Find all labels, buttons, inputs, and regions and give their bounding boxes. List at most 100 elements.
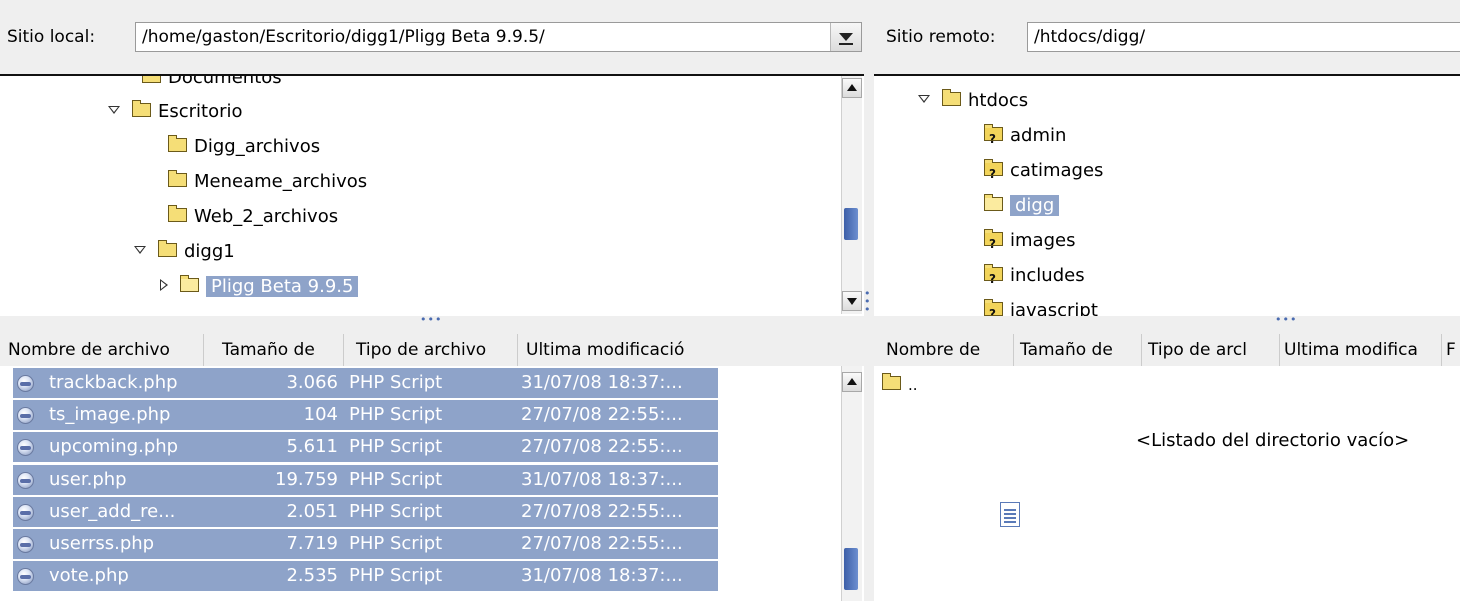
column-header-name[interactable]: Nombre de bbox=[882, 334, 1014, 366]
local-path-dropdown-button[interactable] bbox=[830, 23, 861, 51]
remote-path-value[interactable]: /htdocs/digg/ bbox=[1034, 27, 1145, 47]
column-header-modified[interactable]: Ultima modifica bbox=[1280, 334, 1442, 366]
file-type: PHP Script bbox=[349, 372, 443, 393]
document-icon bbox=[1000, 502, 1020, 527]
local-list-scrollbar[interactable] bbox=[841, 366, 862, 601]
expander-closed-icon[interactable] bbox=[160, 279, 168, 291]
remote-list-header: Nombre de Tamaño de Tipo de arcl Ultima … bbox=[874, 334, 1460, 367]
tree-node-meneame-archivos[interactable]: Meneame_archivos bbox=[168, 167, 367, 197]
file-row[interactable]: user.php 19.759 PHP Script 31/07/08 18:3… bbox=[13, 465, 718, 495]
file-name: user_add_re... bbox=[49, 501, 176, 522]
tree-node-digg[interactable]: digg bbox=[984, 191, 1060, 221]
vertical-splitter-handle-icon[interactable]: • • • bbox=[864, 288, 871, 315]
tree-node-includes[interactable]: includes bbox=[984, 261, 1085, 294]
column-header-modified[interactable]: Ultima modificació bbox=[522, 334, 718, 366]
file-row[interactable]: vote.php 2.535 PHP Script 31/07/08 18:37… bbox=[13, 561, 718, 591]
open-folder-icon bbox=[180, 275, 199, 292]
php-file-icon bbox=[17, 568, 34, 585]
folder-icon bbox=[168, 170, 187, 187]
tree-node-javascript[interactable]: javascript bbox=[984, 296, 1098, 316]
tree-node-digg-archivos[interactable]: Digg_archivos bbox=[168, 132, 320, 162]
tree-node-label: javascript bbox=[1010, 300, 1098, 316]
expander-open-icon[interactable] bbox=[108, 106, 120, 114]
scroll-down-button[interactable] bbox=[842, 291, 862, 311]
php-file-icon bbox=[17, 472, 34, 489]
scroll-thumb[interactable] bbox=[844, 208, 858, 240]
splitter-handle-icon[interactable]: ••• bbox=[420, 313, 442, 326]
tree-node-label: catimages bbox=[1010, 160, 1104, 181]
expander-open-icon[interactable] bbox=[134, 246, 146, 254]
remote-path-combobox[interactable]: /htdocs/digg/ bbox=[1027, 22, 1460, 52]
file-modified: 27/07/08 22:55:... bbox=[521, 533, 683, 554]
file-row[interactable]: ts_image.php 104 PHP Script 27/07/08 22:… bbox=[13, 400, 718, 430]
file-type: PHP Script bbox=[349, 565, 443, 586]
splitter-handle-icon[interactable]: ••• bbox=[1275, 313, 1297, 326]
file-row[interactable]: upcoming.php 5.611 PHP Script 27/07/08 2… bbox=[13, 432, 718, 462]
file-name: user.php bbox=[49, 469, 127, 490]
tree-node-label-selected: Pligg Beta 9.9.5 bbox=[206, 276, 359, 297]
expander-open-icon[interactable] bbox=[918, 95, 930, 103]
scroll-up-button[interactable] bbox=[842, 78, 862, 98]
file-row[interactable]: userrss.php 7.719 PHP Script 27/07/08 22… bbox=[13, 529, 718, 559]
php-file-icon bbox=[17, 504, 34, 521]
local-tree-panel[interactable]: Documentos Escritorio Digg_archivos Mene… bbox=[0, 74, 864, 316]
local-site-bar: Sitio local: /home/gaston/Escritorio/dig… bbox=[0, 14, 866, 60]
column-header-type[interactable]: Tipo de arcl bbox=[1144, 334, 1280, 366]
file-name: vote.php bbox=[49, 565, 129, 586]
local-path-combobox[interactable]: /home/gaston/Escritorio/digg1/Pligg Beta… bbox=[135, 22, 862, 52]
tree-node-label: Web_2_archivos bbox=[194, 206, 339, 227]
file-row[interactable]: user_add_re... 2.051 PHP Script 27/07/08… bbox=[13, 497, 718, 527]
column-header-size[interactable]: Tamaño de bbox=[218, 334, 344, 366]
scroll-thumb[interactable] bbox=[844, 548, 858, 590]
remote-site-label: Sitio remoto: bbox=[886, 27, 996, 47]
column-header-size[interactable]: Tamaño de bbox=[1016, 334, 1142, 366]
local-list-header: Nombre de archivo Tamaño de Tipo de arch… bbox=[0, 334, 864, 367]
file-type: PHP Script bbox=[349, 533, 443, 554]
tree-node-web2-archivos[interactable]: Web_2_archivos bbox=[168, 202, 338, 232]
local-path-value[interactable]: /home/gaston/Escritorio/digg1/Pligg Beta… bbox=[142, 27, 545, 47]
folder-icon bbox=[168, 205, 187, 222]
remote-tree-panel[interactable]: htdocs admin catimages digg images inclu… bbox=[874, 74, 1460, 316]
file-type: PHP Script bbox=[349, 404, 443, 425]
tree-node-label: digg1 bbox=[184, 241, 235, 262]
scroll-up-button[interactable] bbox=[842, 372, 862, 392]
unknown-folder-icon bbox=[984, 159, 1003, 189]
file-size: 5.611 bbox=[286, 436, 338, 457]
local-file-list[interactable]: trackback.php 3.066 PHP Script 31/07/08 … bbox=[0, 366, 864, 601]
file-modified: 31/07/08 18:37:... bbox=[521, 565, 683, 586]
file-row[interactable]: trackback.php 3.066 PHP Script 31/07/08 … bbox=[13, 368, 718, 398]
tree-node-images[interactable]: images bbox=[984, 226, 1076, 259]
folder-icon bbox=[142, 76, 161, 83]
file-modified: 31/07/08 18:37:... bbox=[521, 372, 683, 393]
unknown-folder-icon bbox=[984, 229, 1003, 259]
file-modified: 31/07/08 18:37:... bbox=[521, 469, 683, 490]
folder-icon bbox=[942, 89, 961, 106]
tree-node-htdocs[interactable]: htdocs bbox=[918, 86, 1028, 116]
column-header-extra[interactable]: F bbox=[1442, 334, 1460, 366]
tree-node-label-selected: digg bbox=[1010, 195, 1060, 216]
column-header-name[interactable]: Nombre de archivo bbox=[4, 334, 204, 366]
tree-node-escritorio[interactable]: Escritorio bbox=[108, 97, 243, 127]
tree-node-admin[interactable]: admin bbox=[984, 121, 1067, 154]
file-size: 2.535 bbox=[286, 565, 338, 586]
parent-directory-entry[interactable]: .. bbox=[882, 370, 918, 400]
local-site-label: Sitio local: bbox=[7, 27, 96, 47]
remote-file-list[interactable]: .. <Listado del directorio vacío> bbox=[874, 366, 1460, 601]
tree-node-label: images bbox=[1010, 230, 1076, 251]
tree-node-label: Documentos bbox=[168, 74, 282, 88]
file-size: 2.051 bbox=[286, 501, 338, 522]
remote-site-bar: Sitio remoto: /htdocs/digg/ bbox=[874, 14, 1460, 60]
arrow-up-icon bbox=[847, 84, 857, 91]
tree-node-pligg-beta[interactable]: Pligg Beta 9.9.5 bbox=[160, 272, 359, 302]
column-header-type[interactable]: Tipo de archivo bbox=[352, 334, 518, 366]
file-modified: 27/07/08 22:55:... bbox=[521, 501, 683, 522]
local-tree-scrollbar[interactable] bbox=[841, 76, 862, 314]
tree-node-label: admin bbox=[1010, 125, 1067, 146]
tree-node-digg1[interactable]: digg1 bbox=[134, 237, 235, 267]
file-name: trackback.php bbox=[49, 372, 178, 393]
file-name: userrss.php bbox=[49, 533, 155, 554]
file-size: 104 bbox=[303, 404, 338, 425]
file-name: upcoming.php bbox=[49, 436, 179, 457]
tree-node-catimages[interactable]: catimages bbox=[984, 156, 1104, 189]
tree-node-documentos[interactable]: Documentos bbox=[142, 74, 282, 93]
